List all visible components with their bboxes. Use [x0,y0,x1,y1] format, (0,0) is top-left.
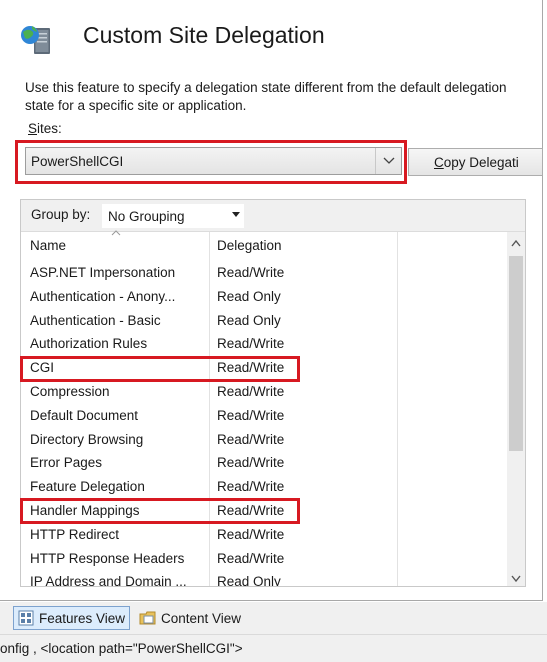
handler-mappings-highlight-box [20,498,300,524]
group-by-value: No Grouping [108,208,185,224]
scroll-down-icon[interactable] [511,575,521,582]
status-text: onfig , <location path="PowerShellCGI"> [0,641,243,656]
feature-name: Error Pages [30,455,103,471]
column-header-name[interactable]: Name [30,238,66,253]
feature-delegation: Read/Write [217,479,285,495]
feature-delegation: Read/Write [217,383,285,399]
scrollbar-thumb[interactable] [509,256,523,451]
view-switcher-bar: Features View Content View [0,602,547,634]
feature-delegation: Read/Write [217,265,285,280]
table-row[interactable]: Compression Read/Write [21,381,508,405]
feature-delegation: Read/Write [217,455,285,471]
scroll-up-icon[interactable] [511,240,521,247]
copy-delegation-button[interactable]: Copy Delegati [408,148,543,176]
table-row[interactable]: IP Address and Domain ... Read Only [21,571,508,587]
vertical-scrollbar[interactable] [507,232,525,586]
cgi-row-highlight-box [20,356,300,382]
description-text: Use this feature to specify a delegation… [25,80,507,113]
group-by-dropdown[interactable]: No Grouping [102,204,244,228]
table-row[interactable]: Authentication - Basic Read Only [21,310,508,334]
table-row[interactable]: Authorization Rules Read/Write [21,333,508,357]
table-row[interactable]: HTTP Redirect Read/Write [21,524,508,548]
feature-name: Authorization Rules [30,336,148,352]
feature-name: Authentication - Anony... [30,288,176,304]
table-row[interactable]: Error Pages Read/Write [21,452,508,476]
content-view-button[interactable]: Content View [137,606,245,630]
feature-name: Default Document [30,407,139,423]
table-row[interactable]: Default Document Read/Write [21,405,508,429]
feature-delegation: Read/Write [217,407,285,423]
table-row[interactable]: Feature Delegation Read/Write [21,476,508,500]
table-row[interactable]: ASP.NET Impersonation Read/Write [21,262,508,286]
list-header: Name Delegation [21,230,508,260]
features-list: Group by: No Grouping Name Delegation AS… [20,199,526,587]
group-by-label: Group by: [31,207,91,222]
feature-delegation: Read Only [217,574,281,587]
feature-delegation: Read/Write [217,336,285,352]
features-view-button[interactable]: Features View [13,606,131,630]
sites-label: Sites: [28,121,62,136]
feature-name: Directory Browsing [30,431,144,447]
features-view-icon [18,610,34,626]
feature-delegation: Read/Write [217,526,285,542]
content-view-icon [139,611,156,625]
feature-name: HTTP Response Headers [30,550,185,566]
features-view-label: Features View [39,610,126,626]
delegation-panel: Custom Site Delegation Use this feature … [0,0,543,601]
dropdown-arrow-icon [232,212,240,217]
feature-name: Feature Delegation [30,479,145,495]
feature-name: Authentication - Basic [30,312,161,328]
feature-delegation: Read/Write [217,550,285,566]
feature-delegation: Read Only [217,288,281,304]
feature-name: ASP.NET Impersonation [30,265,176,280]
table-row[interactable]: Directory Browsing Read/Write [21,429,508,453]
feature-delegation: Read/Write [217,431,285,447]
sites-highlight-box [15,140,407,184]
status-bar: onfig , <location path="PowerShellCGI"> [0,634,547,662]
page-title: Custom Site Delegation [83,22,325,48]
content-view-label: Content View [161,610,242,626]
server-globe-icon [21,26,50,54]
feature-name: HTTP Redirect [30,526,120,542]
table-row[interactable]: Authentication - Anony... Read Only [21,286,508,310]
feature-rows: ASP.NET Impersonation Read/Write Authenti… [21,262,508,587]
sort-ascending-icon [111,230,121,236]
column-header-delegation[interactable]: Delegation [217,238,282,253]
feature-delegation: Read Only [217,312,281,328]
feature-name: Compression [30,383,110,399]
table-row[interactable]: HTTP Response Headers Read/Write [21,548,508,572]
group-by-bar: Group by: No Grouping [21,200,525,232]
feature-name: IP Address and Domain ... [30,574,187,587]
